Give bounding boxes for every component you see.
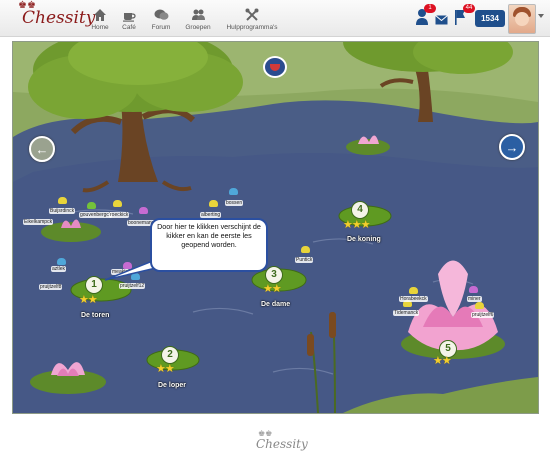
next-arrow-button[interactable]: →	[499, 134, 525, 160]
pond-background	[13, 42, 538, 413]
nav-forum-label: Forum	[151, 24, 171, 31]
player-name-tag: bossen	[225, 200, 244, 206]
tools-icon	[224, 4, 280, 22]
notification-flag[interactable]: 44	[453, 4, 475, 30]
trophy-badge-button[interactable]	[263, 56, 287, 78]
player-name-tag: miner	[467, 296, 482, 302]
lesson-1-button[interactable]: 1	[85, 276, 103, 294]
lesson-3-label[interactable]: De dame	[261, 301, 290, 308]
lesson-2-stars: ★★	[156, 363, 175, 375]
footer-logo: ♚♚ Chessity	[256, 429, 308, 451]
lesson-1-stars: ★★	[79, 294, 98, 306]
player-name-tag: Horabeekck	[399, 296, 428, 302]
notification-flag-count: 44	[463, 4, 475, 13]
arrow-right-icon: →	[505, 139, 519, 155]
lesson-4-label[interactable]: De koning	[347, 236, 381, 243]
player-name-tag: roeckick	[109, 212, 130, 218]
frog-icon	[123, 262, 132, 269]
player-name-tag: pruijtzelf8	[39, 284, 63, 290]
nav-hulpprogrammas[interactable]: Hulpprogramma's	[224, 4, 280, 31]
cup-icon	[270, 63, 280, 71]
avatar[interactable]	[508, 4, 536, 34]
lesson-4-button[interactable]: 4	[351, 201, 369, 219]
lesson-2-label[interactable]: De loper	[158, 382, 186, 389]
coffee-cup-icon	[117, 4, 141, 22]
frog-icon	[87, 202, 96, 209]
lesson-3-stars: ★★	[263, 283, 282, 295]
frog-icon	[131, 273, 140, 280]
nav-groepen-label: Groepen	[185, 24, 211, 31]
crown-icon: ♚♚	[258, 429, 273, 438]
nav-cafe[interactable]: Café	[117, 4, 141, 31]
player-name-tag: pruijtzelf12	[119, 283, 146, 289]
frog-icon	[57, 258, 66, 265]
mail-icon	[435, 15, 448, 25]
nav-home[interactable]: Home	[88, 4, 112, 31]
player-name-tag: Buijsrdinck	[49, 208, 76, 214]
player-name-tag: Eikelkampck	[23, 219, 54, 225]
lesson-4-stars: ★★★	[343, 219, 371, 231]
lesson-map: ← → 1 ★★ De toren 2 ★★ De loper 3 ★★ De …	[12, 41, 539, 414]
player-name-tag: meakte	[111, 269, 130, 275]
group-icon	[184, 4, 212, 22]
frog-icon	[409, 287, 418, 294]
home-icon	[88, 4, 112, 22]
rating-badge[interactable]: 1534	[475, 10, 505, 27]
previous-arrow-button[interactable]: ←	[29, 136, 55, 162]
frog-icon	[469, 286, 478, 293]
nav-cafe-label: Café	[122, 24, 136, 31]
chessity-logo[interactable]: ♚♚ Chessity	[18, 0, 96, 28]
frog-icon	[301, 246, 310, 253]
chevron-down-icon[interactable]	[538, 14, 544, 18]
crown-icon: ♚♚	[18, 0, 36, 11]
arrow-left-icon: ←	[35, 141, 49, 157]
player-name-tag: Tidemanck	[393, 310, 420, 316]
nav-forum[interactable]: Forum	[148, 4, 174, 31]
player-name-tag: aztlek	[51, 266, 67, 272]
top-navigation-bar: ♚♚ Chessity Home Café Forum Groepen Hulp…	[0, 0, 550, 37]
frog-icon	[475, 302, 484, 309]
player-name-tag: pruijtzelf6	[471, 312, 495, 318]
notification-user[interactable]: 1	[414, 4, 436, 30]
frog-icon	[139, 207, 148, 214]
player-name-tag: gouvenbergck	[79, 212, 113, 218]
nav-home-label: Home	[91, 24, 109, 31]
lesson-1-label[interactable]: De toren	[81, 312, 109, 319]
frog-icon	[229, 188, 238, 195]
frog-icon	[209, 200, 218, 207]
speech-bubbles-icon	[148, 4, 174, 22]
nav-groepen[interactable]: Groepen	[184, 4, 212, 31]
nav-hulpprogrammas-label: Hulpprogramma's	[226, 24, 278, 31]
logo-text: Chessity	[22, 8, 96, 28]
player-name-tag: Puntick	[295, 257, 314, 263]
notification-mail[interactable]	[435, 12, 455, 36]
tutorial-tooltip: Door hier te klikken verschijnt de kikke…	[150, 218, 268, 272]
footer-logo-text: Chessity	[256, 437, 308, 451]
frog-icon	[58, 197, 67, 204]
lesson-5-stars: ★★	[433, 355, 452, 367]
frog-icon	[113, 200, 122, 207]
